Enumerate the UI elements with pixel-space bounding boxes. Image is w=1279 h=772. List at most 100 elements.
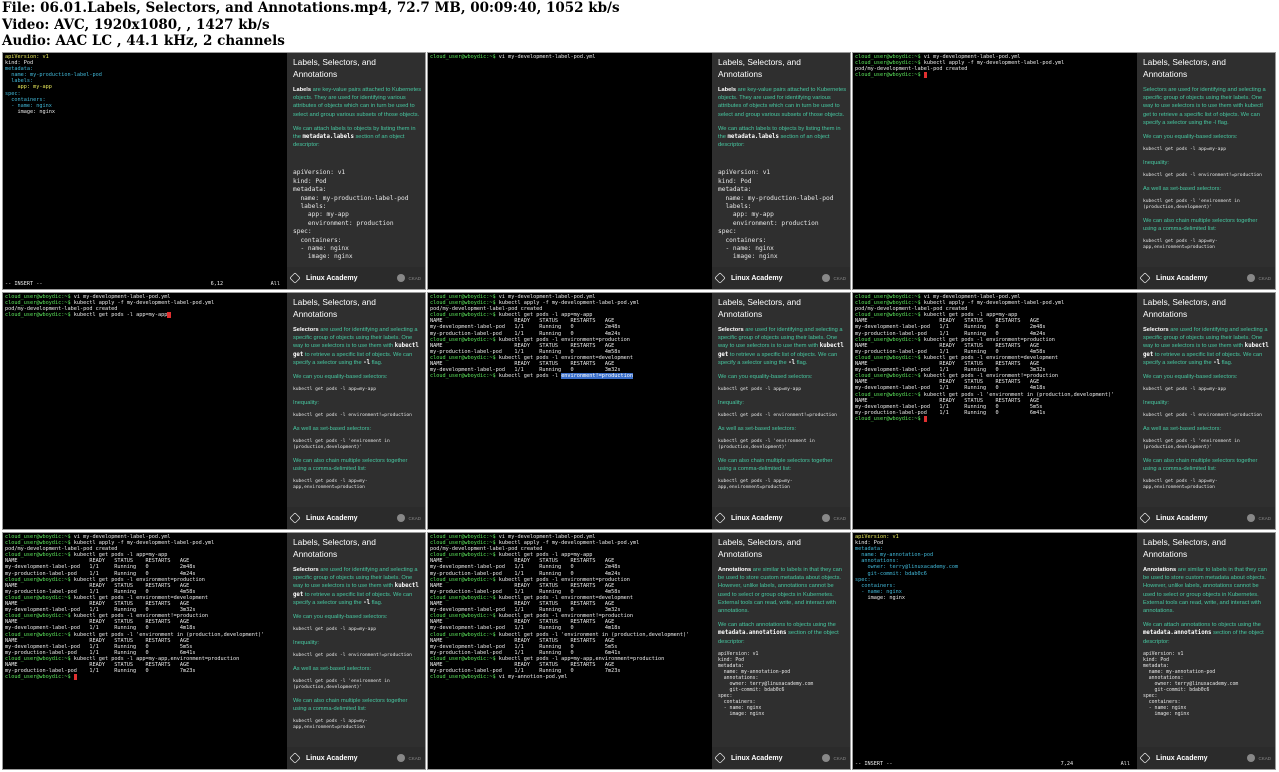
yaml-line: owner: terry@linuxacademy.com [855,564,959,571]
slide-paragraph: Labels are key-value pairs attached to K… [293,86,422,119]
shell-prompt: cloud_user@wboydic:~$ [5,576,71,583]
shell-command: vi my-development-label-pod.yml [498,534,596,540]
table-row: my-production-label-pod 1/1 Running 0 4m… [430,348,621,355]
annotations-text: are similar to labels in that they can b… [1143,567,1267,615]
command-example: kubectl get pods -l app=my-app [293,627,376,633]
ckad-badge: CKAD [822,514,846,522]
table-row: my-development-label-pod 1/1 Running 0 2… [430,324,621,331]
terminal-pane[interactable]: cloud_user@wboydic:~$ vi my-development-… [428,53,711,289]
shell-command: kubectl get pods -l environment=producti… [498,576,630,583]
ckad-label: CKAD [833,755,846,761]
table-row: my-development-label-pod 1/1 Running 0 2… [430,564,621,571]
terminal-pane[interactable]: apiVersion: v1 kind: Pod metadata: name:… [853,533,1136,769]
table-row: my-production-label-pod 1/1 Running 0 4m… [430,330,621,337]
slide-paragraph: We can you equality-based selectors: [1143,134,1238,141]
terminal-pane[interactable]: cloud_user@wboydic:~$ vi my-development-… [3,293,286,529]
yaml-line: kind: Pod [855,540,884,547]
shell-command: kubectl get pods -l environment=producti… [73,576,205,583]
shell-prompt: cloud_user@wboydic:~$ [5,534,71,540]
table-row: my-production-label-pod 1/1 Running 0 4m… [430,588,621,595]
linux-academy-logo-icon [289,512,301,524]
brand-name: Linux Academy [1156,274,1208,282]
slide-footer: Linux Academy CKAD [712,267,850,289]
table-header: NAME READY STATUS RESTARTS AGE [430,637,615,644]
shell-prompt: cloud_user@wboydic:~$ [430,613,496,620]
shell-prompt: cloud_user@wboydic:~$ [430,312,496,319]
shell-command: kubectl get pods -l environment=producti… [498,336,630,343]
slide-title: Labels, Selectors, and Annotations [718,537,801,559]
thumbnail-7[interactable]: cloud_user@wboydic:~$ vi my-development-… [2,532,426,770]
shell-command: kubectl get pods -l environment=developm… [498,354,634,361]
ckad-badge: CKAD [1247,514,1271,522]
annotations-text: We can attach annotations to objects usi… [718,622,836,629]
thumbnail-4[interactable]: cloud_user@wboydic:~$ vi my-development-… [2,292,426,530]
slide-title: Labels, Selectors, and Annotations [293,537,376,559]
shell-prompt: cloud_user@wboydic:~$ [5,540,71,547]
vim-scroll: All [270,281,280,287]
terminal-pane[interactable]: cloud_user@wboydic:~$ vi my-development-… [853,53,1136,289]
slide-paragraph: Selectors are used for identifying and s… [293,566,422,607]
thumbnail-2[interactable]: cloud_user@wboydic:~$ vi my-development-… [427,52,851,290]
table-header: NAME READY STATUS RESTARTS AGE [430,619,615,626]
table-row: my-production-label-pod 1/1 Running 0 6m… [430,649,621,656]
command-example: kubectl get pods -l 'environment in (pro… [293,439,393,451]
yaml-line: kind: Pod [5,60,34,67]
slide-footer: Linux Academy CKAD [287,267,425,289]
command-example: kubectl get pods -l app=my-app [718,387,801,393]
shell-prompt: cloud_user@wboydic:~$ [430,655,496,662]
slide-paragraph: We can attach labels to objects by listi… [718,125,847,150]
shell-command: kubectl get pods -l environment=developm… [73,594,209,601]
command-example: kubectl get pods -l app=my-app [1143,147,1226,153]
shell-prompt: cloud_user@wboydic:~$ [855,391,921,398]
shell-prompt: cloud_user@wboydic:~$ [430,534,496,540]
shell-command: vi my-development-label-pod.yml [923,54,1021,60]
shell-prompt: cloud_user@wboydic:~$ [430,373,496,380]
slide-pane: Labels, Selectors, and Annotations Label… [287,53,425,289]
slide-paragraph: We can also chain multiple selectors tog… [1143,457,1258,473]
table-row: my-development-label-pod 1/1 Running 0 5… [855,403,1043,410]
thumbnail-3[interactable]: cloud_user@wboydic:~$ vi my-development-… [852,52,1276,290]
slide-paragraph: We can attach annotations to objects usi… [1143,621,1272,646]
shell-command: kubectl get pods -l app=my-app [498,552,593,559]
thumbnail-1[interactable]: apiVersion: v1 kind: Pod metadata: name:… [2,52,426,290]
thumbnail-9[interactable]: apiVersion: v1 kind: Pod metadata: name:… [852,532,1276,770]
terminal-pane[interactable]: apiVersion: v1 kind: Pod metadata: name:… [3,53,286,289]
yaml-line: containers: [5,96,46,103]
ckad-badge: CKAD [822,274,846,282]
terminal-pane[interactable]: cloud_user@wboydic:~$ vi my-development-… [3,533,286,769]
shell-prompt: cloud_user@wboydic:~$ [5,300,71,307]
ckad-label: CKAD [408,515,421,521]
shell-output: pod/my-development-label-pod created [430,306,543,313]
slide-paragraph: Inequality: [293,400,319,407]
shell-prompt: cloud_user@wboydic:~$ [855,54,921,60]
shell-prompt: cloud_user@wboydic:~$ [855,294,921,300]
thumbnail-5[interactable]: cloud_user@wboydic:~$ vi my-development-… [427,292,851,530]
slide-paragraph: We can attach labels to objects by listi… [293,125,422,150]
slide-title: Labels, Selectors, and Annotations [1143,537,1226,559]
shell-command: kubectl apply -f my-development-label-po… [923,60,1065,67]
shell-command: kubectl apply -f my-development-label-po… [73,540,215,547]
shell-command: kubectl get pods -l app=my-app [73,312,168,319]
terminal-pane[interactable]: cloud_user@wboydic:~$ vi my-development-… [853,293,1136,529]
table-header: NAME READY STATUS RESTARTS AGE [430,361,615,368]
table-header: NAME READY STATUS RESTARTS AGE [5,601,190,608]
terminal-pane[interactable]: cloud_user@wboydic:~$ vi my-development-… [428,293,711,529]
thumbnail-6[interactable]: cloud_user@wboydic:~$ vi my-development-… [852,292,1276,530]
command-example: kubectl get pods -l environment!=product… [718,413,837,419]
slide-paragraph: Annotations are similar to labels in tha… [1143,566,1272,615]
brand-name: Linux Academy [731,754,783,762]
yaml-example: apiVersion: v1 kind: Pod metadata: name:… [293,169,409,261]
slide-paragraph: As well as set-based selectors: [1143,426,1222,433]
linux-academy-logo-icon [714,752,726,764]
table-row: my-production-label-pod 1/1 Running 0 7m… [430,668,621,675]
ckad-label: CKAD [1258,515,1271,521]
ckad-badge: CKAD [1247,754,1271,762]
table-row: my-development-label-pod 1/1 Running 0 3… [855,367,1046,374]
shell-command: kubectl apply -f my-development-label-po… [498,540,640,547]
shell-command: kubectl get pods -l app=my-app [498,312,593,319]
brand-name: Linux Academy [1156,514,1208,522]
command-example: kubectl get pods -l environment!=product… [293,413,412,419]
terminal-pane[interactable]: cloud_user@wboydic:~$ vi my-development-… [428,533,711,769]
slide-paragraph: We can also chain multiple selectors tog… [293,457,408,473]
thumbnail-8[interactable]: cloud_user@wboydic:~$ vi my-development-… [427,532,851,770]
